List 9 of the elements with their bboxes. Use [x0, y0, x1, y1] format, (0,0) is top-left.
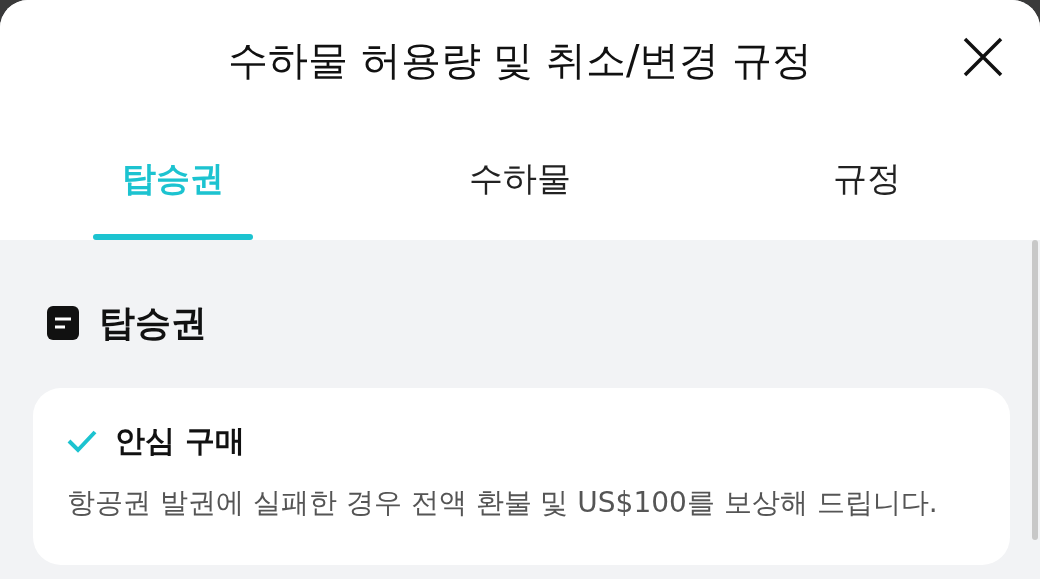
section-title: 탑승권 — [99, 301, 207, 345]
card-title: 안심 구매 — [115, 422, 246, 460]
document-icon — [47, 306, 79, 340]
close-icon[interactable] — [962, 36, 1004, 78]
window-title: 수하물 허용량 및 취소/변경 규정 — [227, 36, 813, 85]
card-text: 항공권 발권에 실패한 경우 전액 환불 및 US$100를 보상해 드립니다. — [67, 485, 939, 521]
checkmark-icon — [67, 428, 97, 453]
tab[interactable]: 규정 — [693, 120, 1040, 240]
tab[interactable]: 수하물 — [346, 120, 694, 240]
